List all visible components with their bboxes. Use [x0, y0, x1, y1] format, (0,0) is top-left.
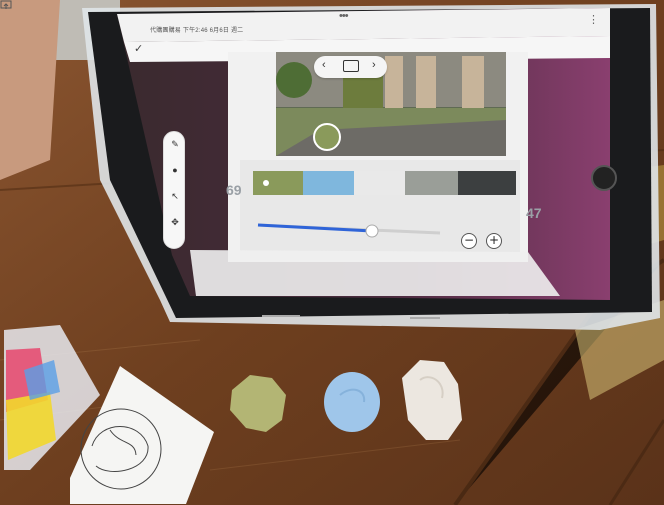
status-time: 下午2:46 6月6日 週二 [182, 28, 244, 34]
more-options-icon[interactable]: ⋮ [588, 13, 599, 26]
zoom-slider-thumb[interactable] [365, 224, 379, 238]
pen-icon[interactable]: ✎ [169, 138, 181, 150]
palette-swatch[interactable] [354, 171, 405, 195]
blue-clay [324, 372, 380, 432]
side-number-left: 69 [226, 182, 242, 198]
next-arrow[interactable]: › [372, 59, 376, 71]
app-name: 代購團購易 [150, 28, 182, 34]
move-icon[interactable]: ✥ [169, 216, 181, 228]
checkmark-icon[interactable]: ✓ [134, 42, 143, 55]
prev-arrow[interactable]: ‹ [322, 59, 326, 71]
zoom-out-button[interactable]: − [461, 233, 477, 249]
palette-swatch[interactable] [253, 171, 303, 195]
palette-swatch[interactable] [405, 171, 458, 195]
preview-navigator: ‹ › [314, 56, 387, 78]
select-icon[interactable]: ↖ [169, 190, 181, 202]
selected-indicator [263, 180, 269, 186]
drawing-toolbar: ✎ ● ↖ ✥ [163, 131, 185, 249]
ipad-camera [591, 165, 617, 191]
side-number-right: 47 [526, 205, 542, 221]
share-icon[interactable] [0, 0, 12, 10]
color-picker-loupe[interactable] [313, 123, 341, 151]
frame-icon[interactable] [343, 60, 359, 72]
zoom-in-button[interactable]: + [486, 233, 502, 249]
photo-scene: 代購團購易 下午2:46 6月6日 週二 ••• ✓ ⋮ ✎ ● ↖ ✥ ‹ ›… [0, 0, 664, 505]
status-bar-text: 代購團購易 下午2:46 6月6日 週二 [150, 25, 243, 34]
multitask-dots-icon[interactable]: ••• [339, 10, 349, 22]
palette-swatch[interactable] [303, 171, 354, 195]
palette-swatch[interactable] [458, 171, 516, 195]
fill-icon[interactable]: ● [169, 164, 181, 176]
